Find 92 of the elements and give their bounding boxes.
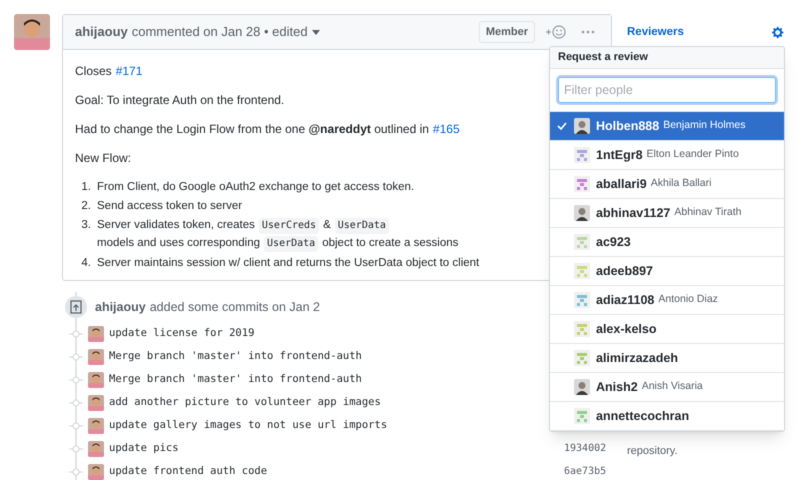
comment-text: Closes	[75, 63, 112, 79]
more-options-icon[interactable]	[581, 30, 595, 34]
code-text: UserCreds	[258, 218, 320, 234]
user-full-name: Akhila Ballari	[650, 176, 712, 192]
list-text: &	[323, 218, 331, 233]
author-avatar	[88, 348, 104, 364]
user-login: Anish2	[596, 378, 638, 396]
comment-text: Had to change the Login Flow from the one @nareddyt outlined in	[75, 121, 429, 137]
list-text: models and uses corresponding	[97, 236, 260, 251]
commit-node-icon	[69, 352, 83, 360]
user-login: aballari9	[596, 176, 647, 193]
commit-node-icon	[69, 444, 83, 452]
list-text: Server validates token, creates	[97, 218, 255, 233]
reviewer-option[interactable]: Anish2 Anish Visaria	[550, 373, 784, 402]
author-avatar	[88, 326, 104, 342]
user-full-name: Abhinav Tirath	[674, 205, 742, 220]
reviewer-option[interactable]: abhinav1127 Abhinav Tirath	[550, 199, 784, 228]
identicon-avatar	[574, 234, 590, 250]
user-login: adiaz1108	[596, 292, 654, 309]
reviewer-option[interactable]: adeeb897	[550, 257, 784, 286]
reviewer-option[interactable]: 1ntEgr8 Elton Leander Pinto	[550, 141, 784, 170]
check-icon	[557, 122, 567, 130]
identicon-avatar	[574, 408, 590, 424]
list-number: 1.	[80, 180, 92, 195]
commit-node-icon	[69, 468, 83, 476]
commit-node-icon	[69, 376, 83, 384]
commit-hash[interactable]: 6ae73b5	[564, 464, 606, 479]
commit-hash[interactable]: 1934002	[564, 441, 606, 456]
user-avatar	[574, 118, 590, 134]
reviewer-option[interactable]: adiaz1108 Antonio Diaz	[550, 286, 784, 315]
author-avatar	[88, 440, 104, 456]
user-login: annettecochran	[596, 408, 690, 425]
user-full-name: Elton Leander Pinto	[646, 147, 739, 162]
author-link[interactable]: ahijaouy	[95, 298, 146, 316]
list-text: Send access token to server	[97, 199, 242, 214]
user-avatar	[574, 379, 590, 395]
reviewer-option[interactable]: aballari9 Akhila Ballari	[550, 170, 784, 199]
commit-message[interactable]: update pics	[109, 440, 564, 456]
issue-link[interactable]: #165	[432, 121, 460, 137]
list-text: object to create a sessions	[322, 236, 458, 251]
issue-link[interactable]: #171	[116, 63, 142, 79]
add-reaction-icon[interactable]	[545, 25, 567, 39]
user-login: adeeb897	[596, 262, 653, 280]
user-login: Holben888	[596, 118, 660, 135]
commit-node-icon	[69, 422, 83, 430]
list-text: From Client, do Google oAuth2 exchange to get access token.	[97, 180, 414, 195]
list-number: 4.	[80, 256, 92, 271]
reviewer-option[interactable]: alimirzazadeh	[550, 344, 784, 373]
identicon-avatar	[574, 176, 590, 192]
identicon-avatar	[574, 321, 590, 337]
reviewer-option[interactable]: annettecochran	[550, 402, 784, 431]
settings-icon[interactable]	[772, 26, 785, 40]
reviewer-option[interactable]: ac923	[550, 228, 784, 257]
reviewer-option[interactable]: Holben888 Benjamin Holmes	[550, 112, 784, 141]
event-text: added some commits on Jan 2	[150, 298, 320, 316]
comment-text: New Flow:	[75, 150, 132, 166]
commit-node-icon	[69, 398, 83, 406]
comment-text: Goal: To integrate Auth on the frontend.	[75, 92, 284, 108]
user-login: 1ntEgr8	[596, 146, 643, 164]
commit-node-icon	[69, 330, 83, 338]
author-link[interactable]: ahijaouy	[75, 22, 128, 42]
user-login: ac923	[596, 234, 631, 251]
user-login: alimirzazadeh	[596, 350, 678, 367]
menu-title: Request a review	[558, 50, 648, 66]
user-full-name: Anish Visaria	[642, 379, 703, 394]
identicon-avatar	[574, 263, 590, 279]
member-label: Member	[478, 20, 535, 44]
identicon-avatar	[574, 147, 590, 163]
user-login: abhinav1127	[596, 204, 670, 222]
user-avatar	[574, 205, 590, 221]
list-number: 3.	[80, 218, 92, 233]
comment-meta: commented on Jan 28 • edited	[132, 23, 308, 42]
author-avatar	[88, 464, 104, 480]
caret-icon[interactable]	[312, 30, 320, 34]
commit-message[interactable]: update frontend auth code	[109, 464, 564, 480]
list-text: Server maintains session w/ client and returns the UserData object to client	[97, 256, 480, 271]
reviewers-heading[interactable]: Reviewers	[627, 24, 684, 42]
author-avatar	[88, 372, 104, 388]
author-avatar	[88, 418, 104, 434]
filter-field[interactable]: Filter people	[558, 77, 776, 103]
code-text: UserData	[334, 218, 389, 234]
reviewer-option[interactable]: alex-kelso	[550, 315, 784, 344]
avatar	[14, 14, 50, 50]
identicon-avatar	[574, 350, 590, 366]
user-full-name: Benjamin Holmes	[663, 118, 746, 134]
identicon-avatar	[574, 292, 590, 308]
notification-note: repository.	[627, 444, 679, 460]
list-number: 2.	[80, 199, 92, 214]
user-login: alex-kelso	[596, 320, 656, 338]
code-text: UserData	[264, 236, 318, 252]
user-full-name: Antonio Diaz	[658, 292, 718, 308]
author-avatar	[88, 394, 104, 410]
